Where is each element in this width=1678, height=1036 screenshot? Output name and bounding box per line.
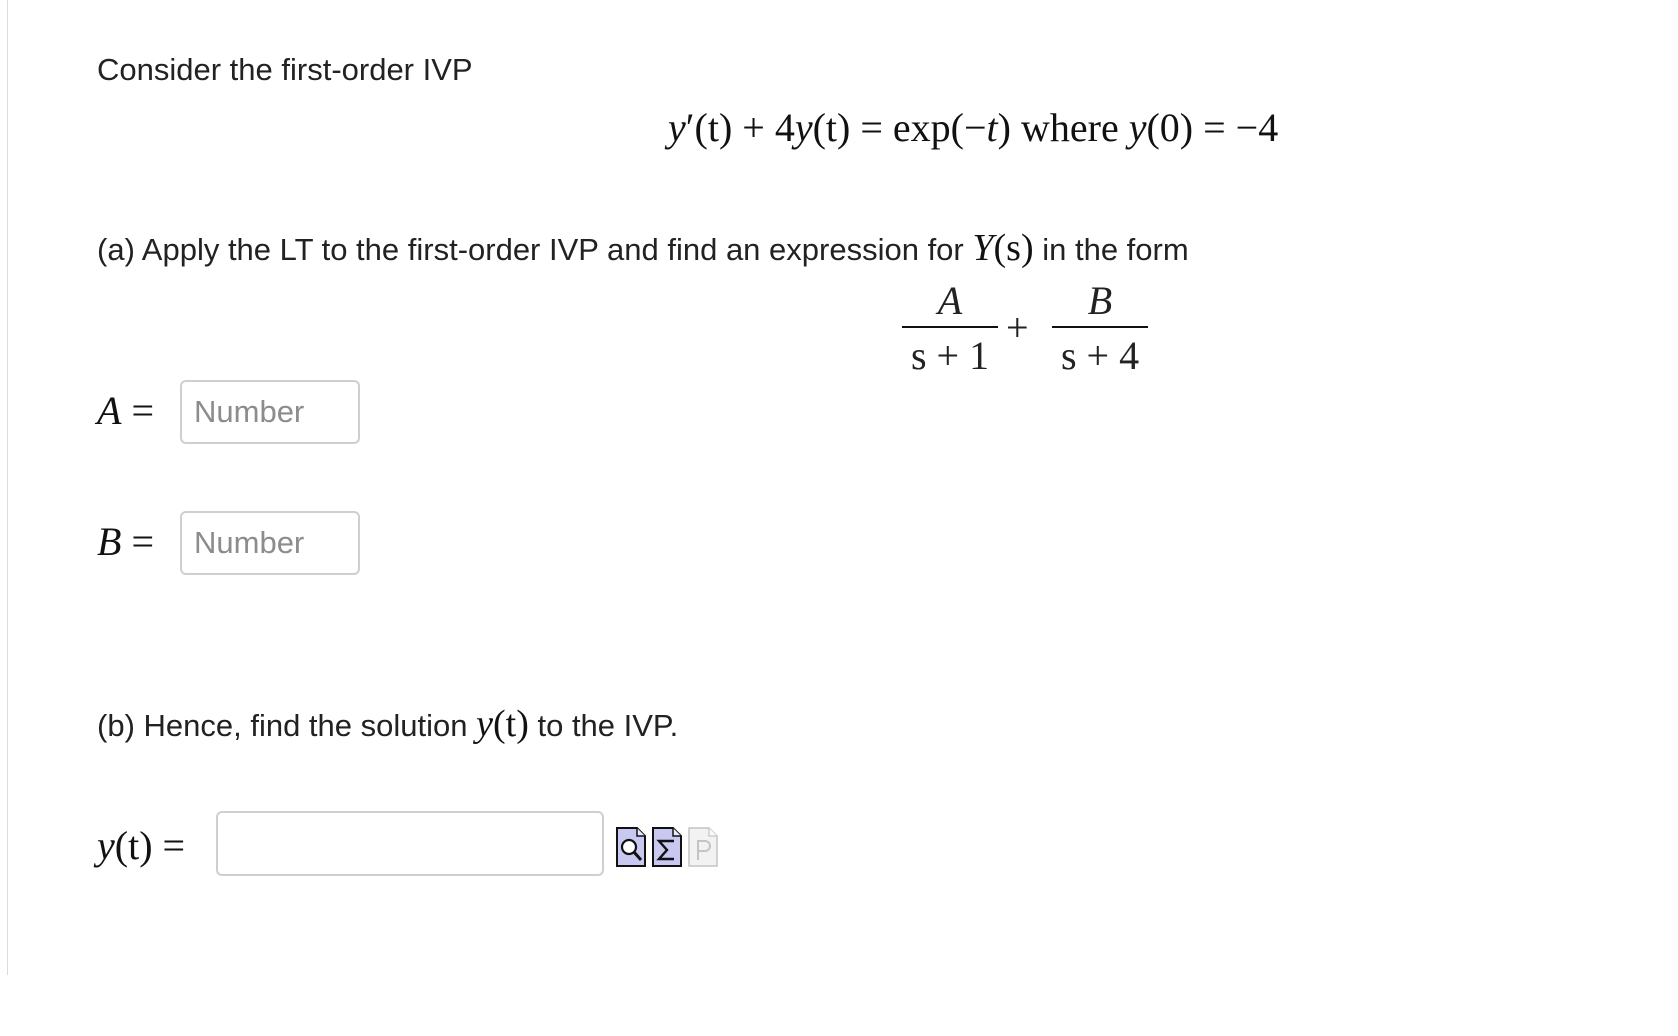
part-a-Y: Y xyxy=(972,227,994,269)
part-a-prefix: (a) Apply the LT to the first-order IVP … xyxy=(97,232,973,267)
answer-label-y: y xyxy=(97,823,115,868)
eq-t: t xyxy=(986,105,998,150)
label-b-equals: = xyxy=(131,519,154,564)
eq-prime: ′ xyxy=(685,105,695,150)
help-icon-disabled xyxy=(688,827,718,867)
label-b-var: B xyxy=(97,519,122,564)
fraction-b: B s + 4 xyxy=(1052,278,1148,378)
fraction-plus: + xyxy=(1006,305,1029,350)
fraction-a-denominator: s + 1 xyxy=(910,333,990,378)
part-a-s: (s) xyxy=(993,227,1034,269)
eq-close: ) xyxy=(997,105,1011,150)
ivp-equation: y′(t) + 4y(t) = exp(−t) where y(0) = −4 xyxy=(668,108,1278,148)
eq-part-2: (t) = exp(− xyxy=(812,105,987,150)
solution-input[interactable] xyxy=(216,811,604,876)
fraction-b-bar xyxy=(1052,326,1148,328)
eq-cond-rest: (0) = −4 xyxy=(1146,105,1279,150)
eq-where: where xyxy=(1021,105,1119,150)
part-b-question: (b) Hence, find the solution y(t) to the… xyxy=(97,705,678,743)
eq-y2: y xyxy=(794,105,813,150)
label-a-equals: = xyxy=(131,388,154,433)
part-a-suffix: in the form xyxy=(1033,232,1189,267)
part-a-question: (a) Apply the LT to the first-order IVP … xyxy=(97,229,1189,267)
part-b-prefix: (b) Hence, find the solution xyxy=(97,708,477,743)
preview-icon[interactable] xyxy=(616,827,646,867)
part-b-suffix: to the IVP. xyxy=(528,708,679,743)
b-number-input[interactable] xyxy=(180,511,360,575)
fraction-a: A s + 1 xyxy=(902,278,998,378)
a-number-input[interactable] xyxy=(180,380,360,444)
answer-label: y(t) = xyxy=(97,826,185,866)
eq-cond-y: y xyxy=(1128,105,1147,150)
eq-part-1: (t) + 4 xyxy=(694,105,795,150)
label-a: A = xyxy=(97,391,154,431)
eq-y: y xyxy=(668,105,686,150)
left-border xyxy=(7,0,8,975)
fraction-b-denominator: s + 4 xyxy=(1060,333,1140,378)
part-b-y: y xyxy=(476,703,493,745)
part-b-t: (t) xyxy=(492,703,529,745)
answer-label-rest: (t) = xyxy=(114,823,186,868)
intro-text: Consider the first-order IVP xyxy=(97,52,473,87)
fraction-b-numerator: B xyxy=(1087,278,1113,323)
fraction-a-numerator: A xyxy=(937,278,963,323)
fraction-a-bar xyxy=(902,326,998,328)
label-b: B = xyxy=(97,522,154,562)
equation-editor-icon[interactable] xyxy=(652,827,682,867)
label-a-var: A xyxy=(97,388,122,433)
